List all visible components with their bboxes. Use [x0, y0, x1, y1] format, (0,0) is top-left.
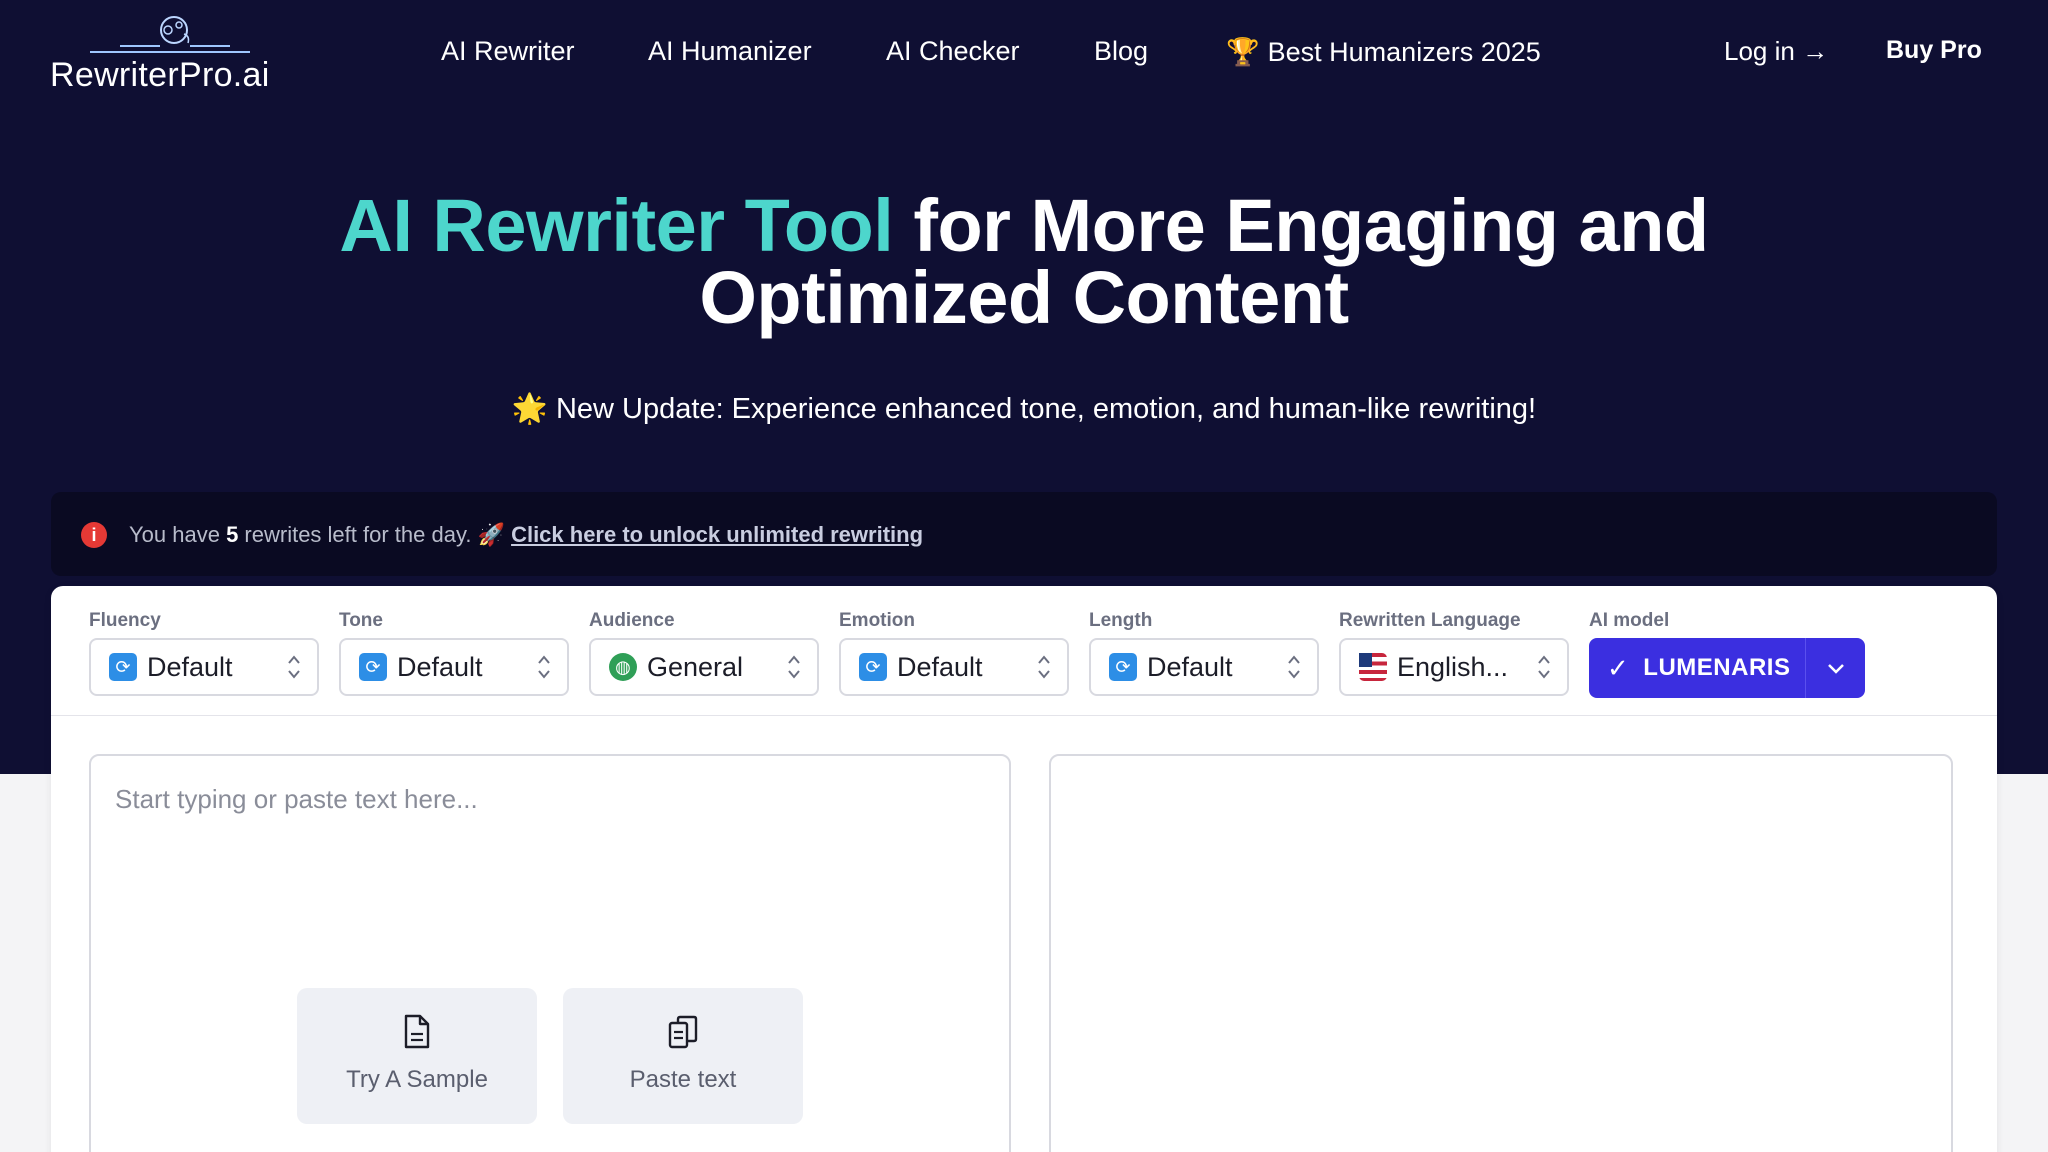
ai-model-select[interactable]: ✓ LUMENARIS — [1589, 638, 1805, 698]
audience-option: Audience ◍ General — [589, 610, 819, 696]
refresh-icon: ⟳ — [359, 653, 387, 681]
fluency-label: Fluency — [89, 610, 161, 631]
length-label: Length — [1089, 610, 1153, 631]
language-select[interactable]: English... — [1339, 638, 1569, 696]
emotion-option: Emotion ⟳ Default — [839, 610, 1069, 696]
paste-text-button[interactable]: Paste text — [563, 988, 803, 1124]
chevron-up-down-icon — [788, 655, 800, 679]
nav-best-humanizers[interactable]: 🏆 Best Humanizers 2025 — [1226, 36, 1541, 68]
headline-rest-1: for More Engaging and — [893, 184, 1709, 267]
input-editor[interactable]: Start typing or paste text here... Try A… — [89, 754, 1011, 1152]
input-placeholder: Start typing or paste text here... — [115, 784, 478, 814]
audience-select[interactable]: ◍ General — [589, 638, 819, 696]
nav-best-humanizers-label: Best Humanizers 2025 — [1267, 37, 1541, 67]
check-icon: ✓ — [1607, 652, 1630, 683]
notice-prefix: You have — [129, 522, 227, 547]
emotion-select[interactable]: ⟳ Default — [839, 638, 1069, 696]
headline-accent: AI Rewriter Tool — [339, 184, 894, 267]
emotion-value: Default — [897, 651, 983, 682]
tone-label: Tone — [339, 610, 383, 631]
us-flag-icon — [1359, 653, 1387, 681]
ai-model-option: AI model ✓ LUMENARIS — [1589, 610, 1865, 698]
ai-model-label: AI model — [1589, 610, 1670, 631]
length-value: Default — [1147, 651, 1233, 682]
fluency-select[interactable]: ⟳ Default — [89, 638, 319, 696]
rewrites-count: 5 — [226, 522, 239, 547]
trophy-icon: 🏆 — [1226, 37, 1260, 67]
chevron-up-down-icon — [1038, 655, 1050, 679]
notice-text: You have 5 rewrites left for the day. 🚀 … — [129, 522, 923, 548]
logo-text: RewriterPro.ai — [50, 56, 270, 94]
length-select[interactable]: ⟳ Default — [1089, 638, 1319, 696]
chevron-up-down-icon — [538, 655, 550, 679]
refresh-icon: ⟳ — [859, 653, 887, 681]
update-text: New Update: Experience enhanced tone, em… — [555, 393, 1537, 425]
update-banner: 🌟 New Update: Experience enhanced tone, e… — [0, 392, 2048, 426]
nav-ai-checker[interactable]: AI Checker — [886, 36, 1020, 67]
emotion-label: Emotion — [839, 610, 915, 631]
chevron-up-down-icon — [1288, 655, 1300, 679]
brand-logo[interactable]: RewriterPro.ai — [50, 14, 270, 94]
options-bar: Fluency ⟳ Default Tone ⟳ Default Audienc… — [51, 586, 1997, 716]
output-editor[interactable] — [1049, 754, 1953, 1152]
document-icon — [404, 1014, 430, 1049]
rewrites-notice: i You have 5 rewrites left for the day. … — [51, 492, 1997, 576]
chevron-up-down-icon — [288, 655, 300, 679]
login-link[interactable]: Log in → — [1724, 36, 1828, 67]
fluency-value: Default — [147, 651, 233, 682]
paste-text-label: Paste text — [629, 1066, 737, 1093]
fluency-option: Fluency ⟳ Default — [89, 610, 319, 696]
audience-value: General — [647, 651, 744, 682]
rewriter-card: Fluency ⟳ Default Tone ⟳ Default Audienc… — [51, 586, 1997, 1152]
chevron-down-icon — [1827, 664, 1844, 674]
brain-robot-icon — [90, 16, 250, 53]
unlock-unlimited-link[interactable]: Click here to unlock unlimited rewriting — [511, 522, 923, 547]
refresh-icon: ⟳ — [1109, 653, 1137, 681]
page-title: AI Rewriter Tool for More Engaging and O… — [0, 189, 2048, 335]
nav-blog[interactable]: Blog — [1094, 36, 1148, 67]
tone-select[interactable]: ⟳ Default — [339, 638, 569, 696]
info-icon: i — [81, 522, 107, 548]
language-option: Rewritten Language English... — [1339, 610, 1569, 696]
tone-option: Tone ⟳ Default — [339, 610, 569, 696]
language-label: Rewritten Language — [1339, 610, 1521, 631]
top-nav: RewriterPro.ai AI Rewriter AI Humanizer … — [0, 0, 2048, 110]
buy-pro-button[interactable]: Buy Pro — [1886, 36, 1982, 65]
length-option: Length ⟳ Default — [1089, 610, 1319, 696]
audience-label: Audience — [589, 610, 675, 631]
language-value: English... — [1397, 651, 1509, 682]
globe-icon: ◍ — [609, 653, 637, 681]
chevron-up-down-icon — [1538, 655, 1550, 679]
try-sample-label: Try A Sample — [346, 1066, 488, 1093]
try-sample-button[interactable]: Try A Sample — [297, 988, 537, 1124]
star-icon: 🌟 — [511, 393, 548, 425]
refresh-icon: ⟳ — [109, 653, 137, 681]
nav-ai-humanizer[interactable]: AI Humanizer — [648, 36, 812, 67]
tone-value: Default — [397, 651, 483, 682]
ai-model-dropdown-toggle[interactable] — [1805, 638, 1865, 698]
ai-model-value: LUMENARIS — [1643, 654, 1791, 681]
headline-rest-2: Optimized Content — [699, 256, 1349, 339]
nav-ai-rewriter[interactable]: AI Rewriter — [441, 36, 575, 67]
ai-model-button[interactable]: ✓ LUMENARIS — [1589, 638, 1865, 698]
notice-suffix: rewrites left for the day. 🚀 — [238, 522, 512, 547]
clipboard-icon — [668, 1015, 698, 1049]
